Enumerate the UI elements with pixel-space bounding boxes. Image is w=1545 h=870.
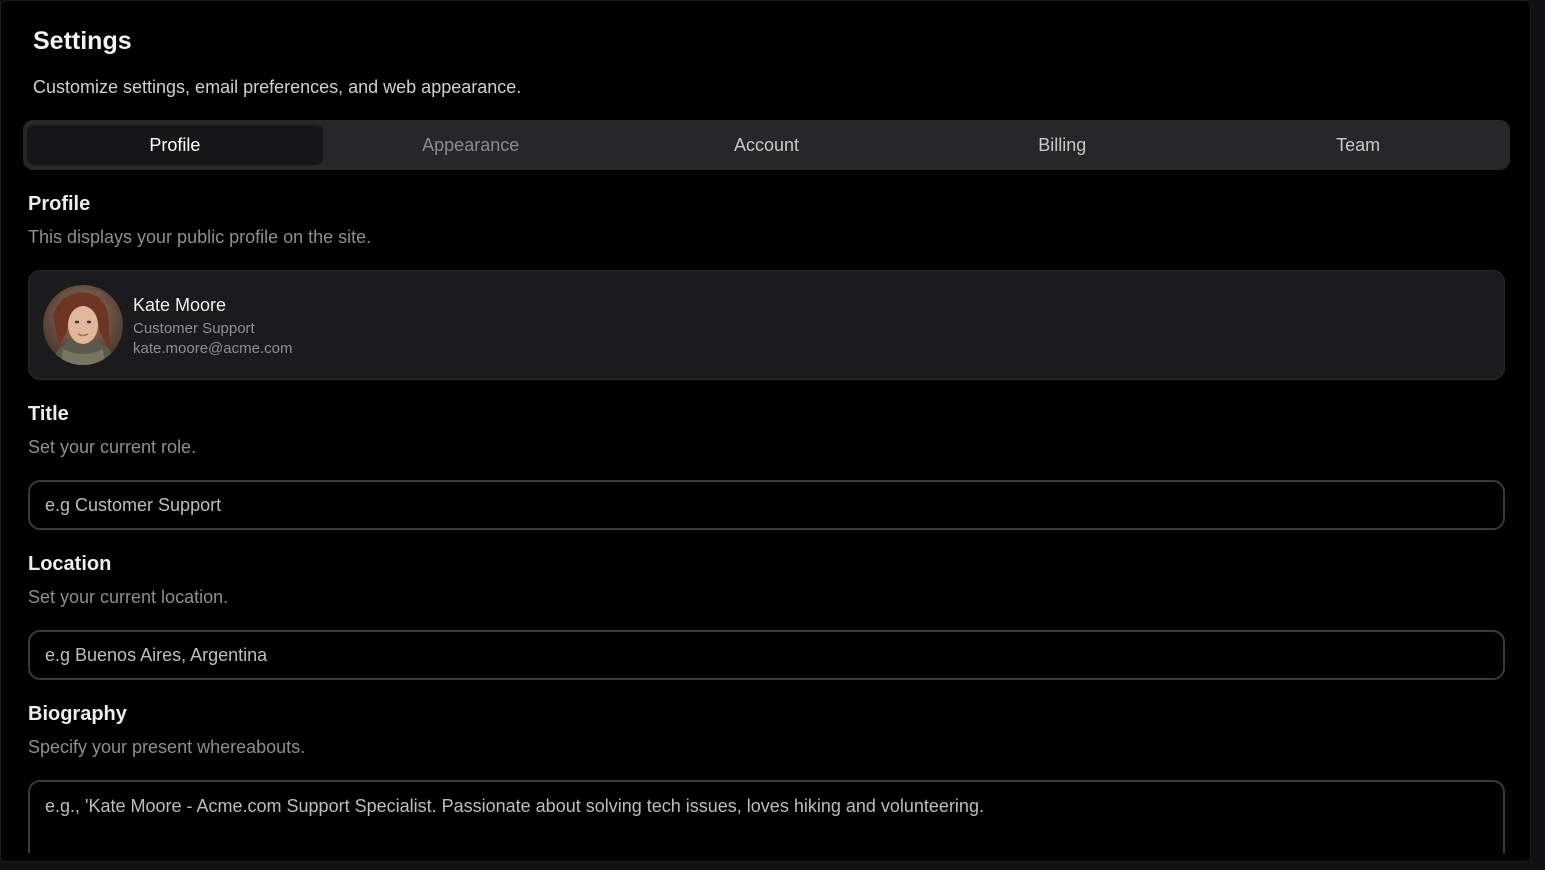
settings-tabs: Profile Appearance Account Billing Team: [23, 120, 1510, 170]
profile-email: kate.moore@acme.com: [133, 340, 293, 357]
biography-textarea[interactable]: [28, 780, 1505, 861]
avatar[interactable]: [43, 285, 123, 365]
tab-appearance[interactable]: Appearance: [323, 125, 619, 165]
profile-section-title: Profile: [28, 193, 91, 215]
settings-window: Settings Customize settings, email prefe…: [0, 0, 1531, 862]
title-section-title: Title: [28, 403, 69, 425]
biography-section-title: Biography: [28, 703, 127, 725]
tab-account[interactable]: Account: [619, 125, 915, 165]
scroll-clip: [1, 853, 1530, 861]
profile-section-description: This displays your public profile on the…: [28, 227, 372, 247]
location-section-title: Location: [28, 553, 112, 575]
title-section-description: Set your current role.: [28, 437, 197, 457]
profile-card[interactable]: Kate Moore Customer Support kate.moore@a…: [28, 270, 1505, 380]
location-section-description: Set your current location.: [28, 587, 229, 607]
biography-section-description: Specify your present whereabouts.: [28, 737, 306, 757]
tab-team[interactable]: Team: [1210, 125, 1506, 165]
page-subtitle: Customize settings, email preferences, a…: [33, 77, 522, 97]
page-title: Settings: [33, 27, 132, 55]
location-input[interactable]: [28, 630, 1505, 680]
user-avatar-photo-icon: [43, 285, 123, 365]
tab-profile[interactable]: Profile: [27, 125, 323, 165]
profile-name: Kate Moore: [133, 295, 227, 315]
tab-billing[interactable]: Billing: [914, 125, 1210, 165]
profile-role: Customer Support: [133, 320, 255, 337]
title-input[interactable]: [28, 480, 1505, 530]
